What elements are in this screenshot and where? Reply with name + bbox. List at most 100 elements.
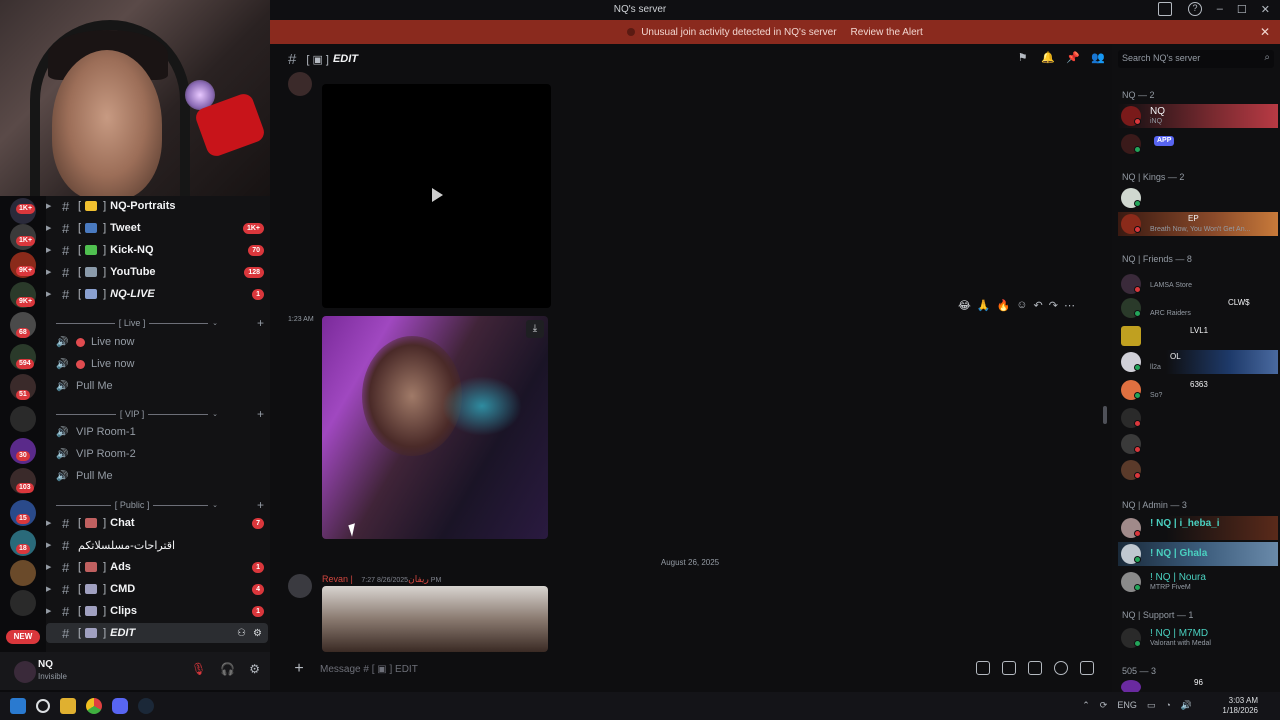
- channel-youtube[interactable]: ▶ #[] YouTube 128: [46, 262, 268, 282]
- chrome-icon[interactable]: [86, 698, 102, 714]
- sticker-icon[interactable]: [1028, 661, 1042, 675]
- reaction-laugh-icon[interactable]: 😂: [958, 299, 971, 312]
- member-item[interactable]: 96: [1118, 678, 1278, 694]
- member-item[interactable]: ! NQ | Noura MTRP FiveM: [1118, 570, 1278, 594]
- category-live[interactable]: [ Live ] ⌄ +: [56, 316, 268, 330]
- server-icon[interactable]: [10, 560, 36, 586]
- review-alert-link[interactable]: Review the Alert: [851, 27, 923, 38]
- plus-icon[interactable]: +: [288, 660, 310, 678]
- reaction-icon[interactable]: 🙏: [977, 299, 991, 312]
- channel-clips[interactable]: ▶ #[] Clips 1: [46, 601, 268, 621]
- channel-kick-nq[interactable]: ▶ #[] Kick-NQ 70: [46, 240, 268, 260]
- avatar[interactable]: [288, 72, 312, 96]
- server-icon[interactable]: [10, 406, 36, 432]
- avatar[interactable]: [14, 661, 36, 683]
- clock[interactable]: 3:03 AM 1/18/2026: [1222, 696, 1258, 716]
- channel-tweet[interactable]: ▶ #[] Tweet 1K+: [46, 218, 268, 238]
- voice-channel[interactable]: 🔊 VIP Room-2: [56, 444, 256, 464]
- server-icon[interactable]: [10, 590, 36, 616]
- members-icon[interactable]: 👥: [1091, 52, 1105, 65]
- reply-icon[interactable]: ↶: [1034, 299, 1043, 312]
- add-channel-icon[interactable]: +: [257, 407, 264, 421]
- emoji-icon[interactable]: [1054, 661, 1068, 675]
- channel-nq-live[interactable]: ▶ #[] NQ-LIVE 1: [46, 284, 268, 304]
- voice-channel[interactable]: 🔊 VIP Room-1: [56, 422, 256, 442]
- category-public[interactable]: [ Public ] ⌄ +: [56, 498, 268, 512]
- member-item[interactable]: LVL1: [1118, 324, 1278, 348]
- member-item[interactable]: CLW$ ARC Raiders: [1118, 296, 1278, 320]
- pin-icon[interactable]: 📌: [1066, 52, 1080, 65]
- search-icon[interactable]: [36, 699, 50, 713]
- play-icon[interactable]: [432, 188, 443, 202]
- add-reaction-icon[interactable]: ☺: [1016, 299, 1027, 311]
- forward-icon[interactable]: ↷: [1049, 299, 1058, 312]
- member-item[interactable]: ! NQ | Ghala: [1118, 542, 1278, 566]
- chevron-up-icon[interactable]: ⌃: [1082, 700, 1090, 711]
- bell-icon[interactable]: 🔔: [1041, 52, 1055, 65]
- voice-channel[interactable]: 🔊 Live now: [56, 354, 256, 374]
- minimize-button[interactable]: –: [1217, 3, 1223, 16]
- inbox-icon[interactable]: [1158, 2, 1172, 16]
- message-author[interactable]: Revan | ريفان8/26/2025 7:27 PM: [322, 574, 441, 585]
- maximize-button[interactable]: ☐: [1237, 3, 1247, 16]
- voice-channel[interactable]: 🔊 Pull Me: [56, 376, 256, 396]
- member-item[interactable]: [1118, 406, 1278, 430]
- member-item[interactable]: ! NQ | i_heba_i: [1118, 516, 1278, 540]
- steam-icon[interactable]: [138, 698, 154, 714]
- video-attachment[interactable]: [322, 586, 548, 652]
- network-icon[interactable]: ◔: [1165, 700, 1170, 711]
- channel-nq-portraits[interactable]: ▶ #[] NQ-Portraits: [46, 196, 268, 216]
- member-item[interactable]: LAMSA Store: [1118, 272, 1278, 296]
- discord-icon[interactable]: [112, 698, 128, 714]
- volume-icon[interactable]: 🔊: [1181, 700, 1192, 711]
- channel-suggestions[interactable]: ▶ # اقتراحات-مسلسلاتكم: [46, 535, 268, 555]
- add-channel-icon[interactable]: +: [257, 498, 264, 512]
- message-input[interactable]: Message # [ ▣ ] EDIT: [320, 664, 418, 675]
- lang-indicator[interactable]: ENG: [1117, 700, 1137, 711]
- apps-icon[interactable]: [1080, 661, 1094, 675]
- channel-cmd[interactable]: ▶ #[] CMD 4: [46, 579, 268, 599]
- member-item[interactable]: NQ iNQ: [1118, 104, 1278, 128]
- video-attachment[interactable]: ⤓: [322, 316, 548, 539]
- member-item[interactable]: ! NQ | M7MD Valorant with Medal: [1118, 626, 1278, 650]
- headphones-muted-icon[interactable]: 🎧: [220, 662, 235, 676]
- channel-chat[interactable]: ▶ #[] Chat 7: [46, 513, 268, 533]
- gear-icon[interactable]: ⚙: [249, 662, 260, 676]
- close-window-button[interactable]: ✕: [1261, 3, 1270, 16]
- voice-channel[interactable]: 🔊 Live now: [56, 332, 256, 352]
- channel-ads[interactable]: ▶ #[] Ads 1: [46, 557, 268, 577]
- voice-channel[interactable]: 🔊 Pull Me: [56, 466, 256, 486]
- category-vip[interactable]: [ VIP ] ⌄ +: [56, 407, 268, 421]
- gift-icon[interactable]: [976, 661, 990, 675]
- member-item[interactable]: [1118, 432, 1278, 456]
- message-composer[interactable]: + Message # [ ▣ ] EDIT: [288, 655, 1098, 683]
- invite-icon[interactable]: ⚇: [237, 628, 246, 639]
- windows-start-icon[interactable]: [10, 698, 26, 714]
- member-item[interactable]: [1118, 186, 1278, 210]
- monitor-icon[interactable]: ▭: [1147, 700, 1156, 711]
- close-icon[interactable]: ✕: [1260, 25, 1270, 39]
- reaction-fire-icon[interactable]: 🔥: [997, 299, 1011, 312]
- member-item[interactable]: OL ll2a: [1118, 350, 1278, 374]
- search-input[interactable]: Search NQ's server ⌕: [1118, 50, 1274, 68]
- member-item[interactable]: APP: [1118, 132, 1278, 156]
- scrollbar[interactable]: [1103, 406, 1107, 424]
- member-item[interactable]: 6363 So?: [1118, 378, 1278, 402]
- file-explorer-icon[interactable]: [60, 698, 76, 714]
- gif-icon[interactable]: [1002, 661, 1016, 675]
- gear-icon[interactable]: ⚙: [253, 628, 262, 639]
- more-icon[interactable]: ⋯: [1064, 299, 1075, 312]
- channel-edit[interactable]: #[] EDIT ⚇ ⚙: [46, 623, 268, 643]
- avatar[interactable]: [288, 574, 312, 598]
- new-badge[interactable]: NEW: [6, 630, 40, 644]
- member-item[interactable]: EP Breath Now, You Won't Get An...: [1118, 212, 1278, 236]
- mic-muted-icon[interactable]: 🎙: [191, 662, 206, 676]
- document-icon: [85, 518, 98, 528]
- help-icon[interactable]: ?: [1188, 2, 1202, 16]
- add-channel-icon[interactable]: +: [257, 316, 264, 330]
- threads-icon[interactable]: ⚑: [1016, 52, 1029, 65]
- download-icon[interactable]: ⤓: [526, 320, 544, 338]
- sync-icon[interactable]: ⟳: [1100, 700, 1108, 711]
- member-item[interactable]: [1118, 458, 1278, 482]
- video-attachment[interactable]: [322, 84, 551, 308]
